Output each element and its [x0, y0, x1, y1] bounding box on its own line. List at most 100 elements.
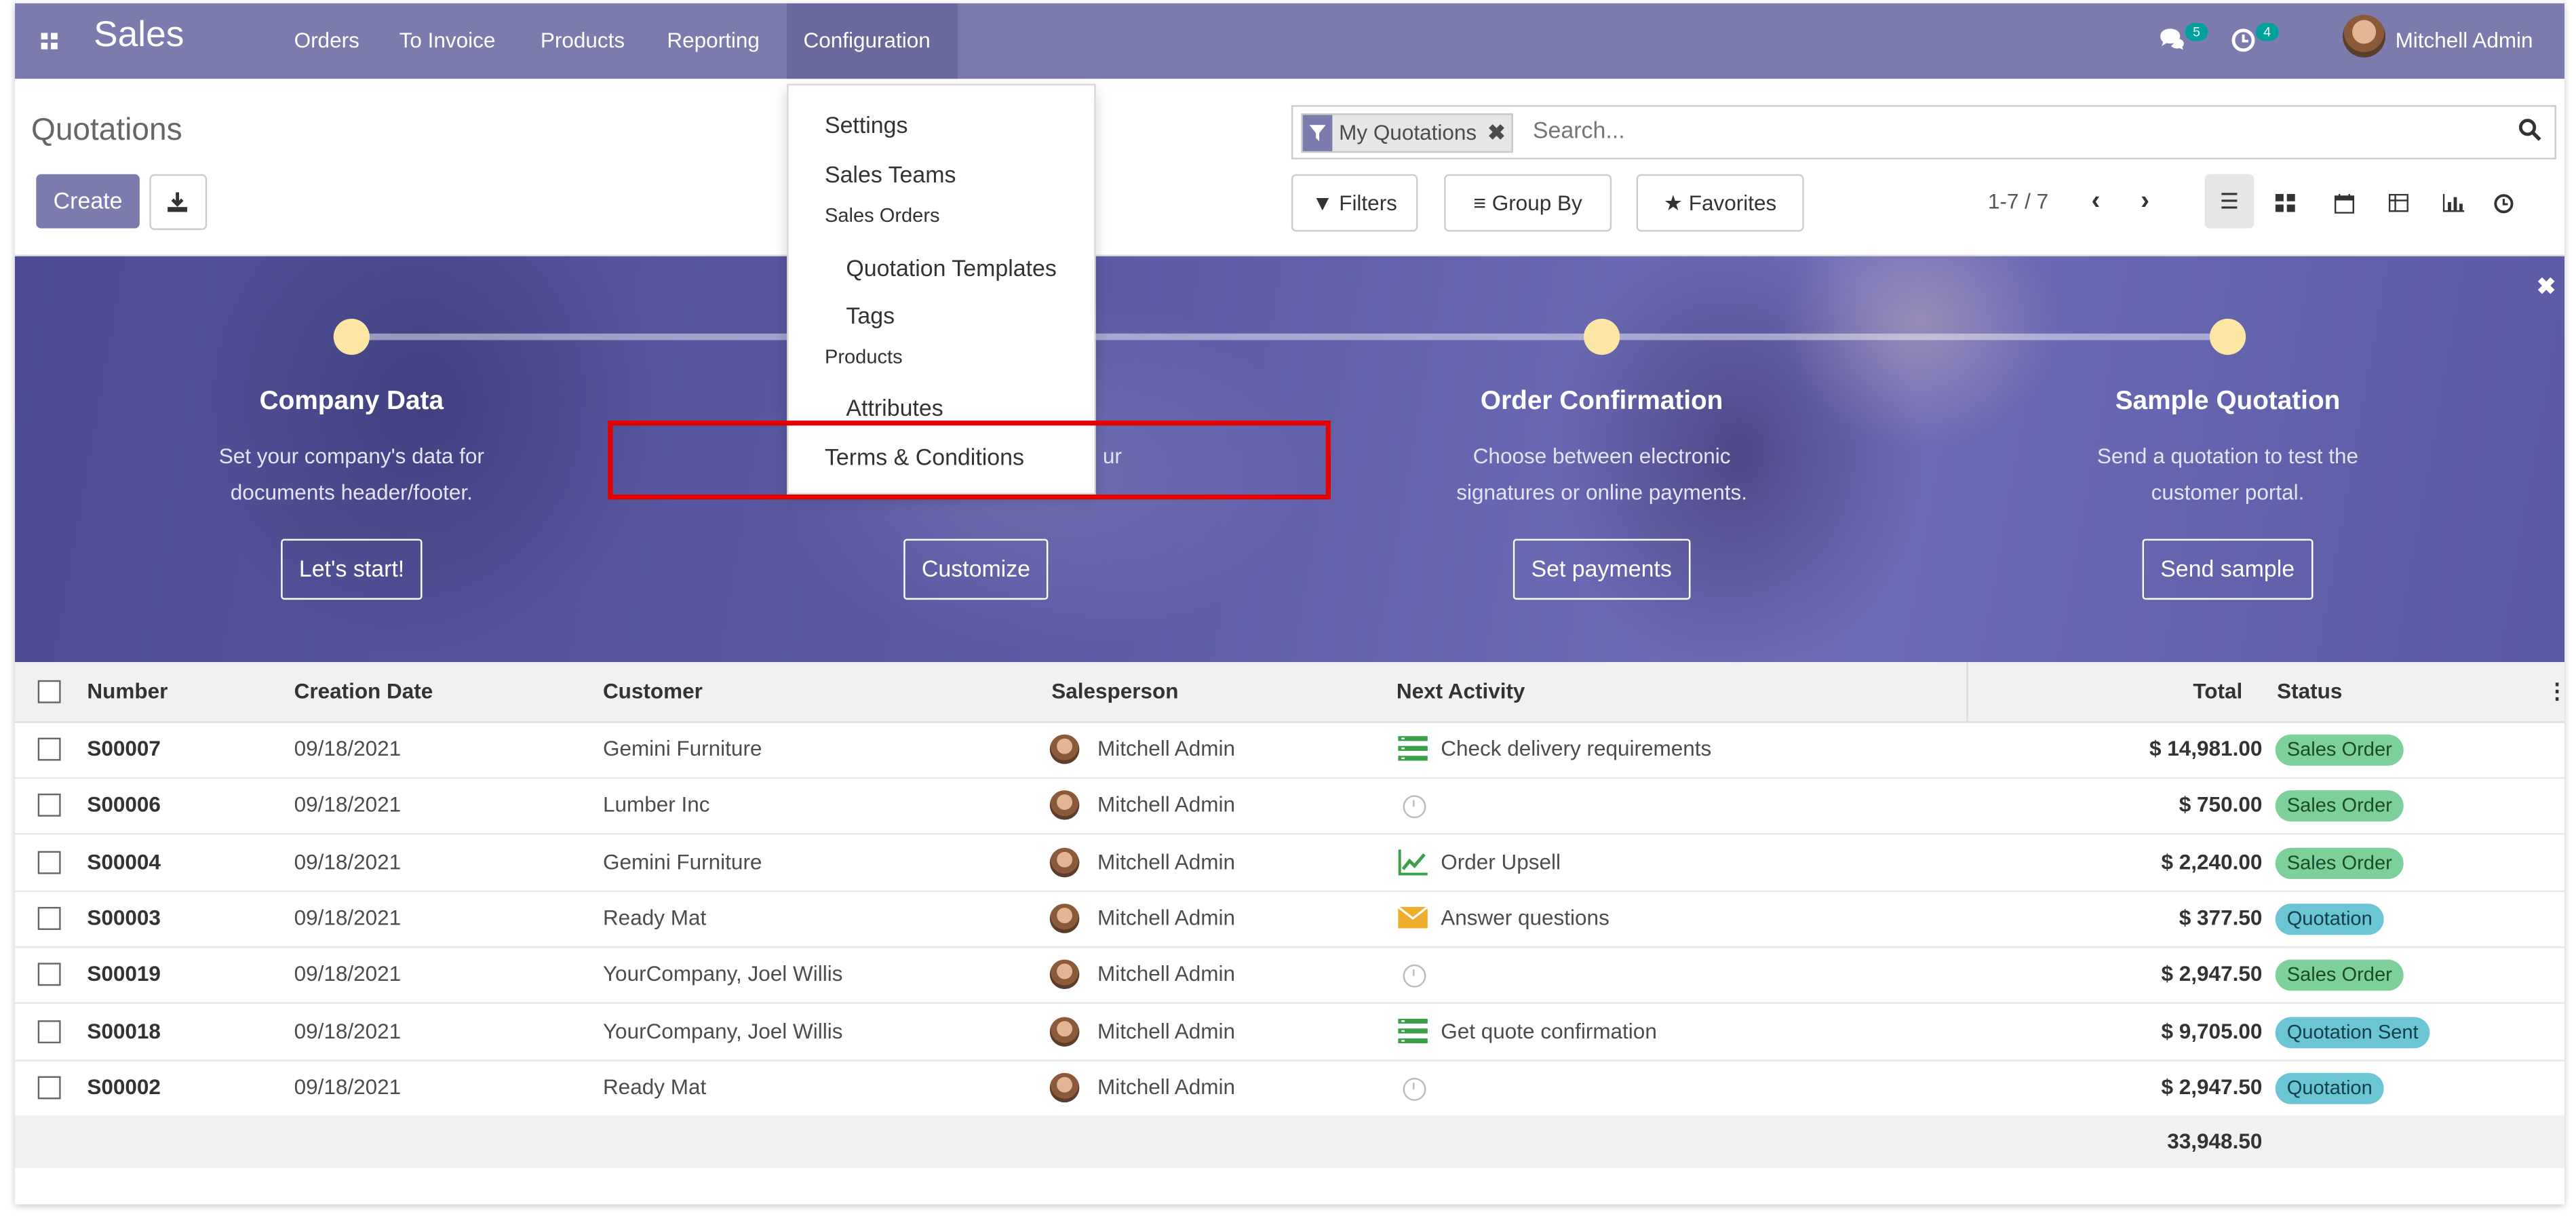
header-salesperson[interactable]: Salesperson [1051, 662, 1178, 721]
set-payments-button[interactable]: Set payments [1513, 539, 1690, 600]
row-checkbox[interactable] [37, 1019, 61, 1043]
footer-total: 33,948.50 [2167, 1129, 2263, 1154]
filters-button[interactable]: ▼ Filters [1291, 174, 1418, 232]
clock-icon[interactable] [1403, 1077, 1426, 1101]
app-window: Sales Orders To Invoice Products Reporti… [14, 3, 2565, 1205]
header-next-activity[interactable]: Next Activity [1397, 662, 1525, 721]
table-row[interactable]: S00004 09/18/2021 Gemini Furniture Mitchell… [14, 834, 2565, 892]
row-checkbox[interactable] [37, 794, 61, 817]
favorites-button[interactable]: ★ Favorites [1636, 174, 1804, 232]
row-checkbox[interactable] [37, 1076, 61, 1099]
onboarding-progress-line [351, 333, 2228, 341]
row-checkbox[interactable] [37, 906, 61, 930]
salesperson-avatar [1049, 734, 1080, 764]
table-row[interactable]: S00003 09/18/2021 Ready Mat Mitchell Admin A… [14, 891, 2565, 948]
status-badge-cell: Sales Order [2275, 777, 2404, 833]
calendar-view-icon[interactable] [2320, 174, 2369, 229]
app-brand[interactable]: Sales [94, 3, 184, 73]
row-checkbox[interactable] [37, 737, 61, 761]
row-checkbox[interactable] [37, 850, 61, 874]
search-bar[interactable]: My Quotations ✖ [1291, 105, 2556, 159]
messages-count-badge: 5 [2185, 22, 2208, 41]
menu-orders[interactable]: Orders [294, 3, 359, 79]
envelope-icon[interactable] [1397, 905, 1428, 931]
search-facet[interactable]: My Quotations ✖ [1301, 113, 1514, 153]
dropdown-header-products: Products [824, 345, 903, 368]
pager-previous-icon[interactable]: ‹ [2091, 174, 2100, 229]
create-button[interactable]: Create [36, 174, 140, 229]
creation-date: 09/18/2021 [294, 961, 402, 986]
dropdown-item-quotation-templates[interactable]: Quotation Templates [846, 254, 1056, 281]
table-row[interactable]: S00002 09/18/2021 Ready Mat Mitchell Admin $… [14, 1060, 2565, 1117]
row-checkbox[interactable] [37, 963, 61, 986]
step-order-confirmation-title: Order Confirmation [1480, 387, 1723, 416]
order-total: $ 2,240.00 [2161, 849, 2263, 874]
search-input[interactable] [1529, 115, 2457, 145]
group-by-button[interactable]: ≡ Group By [1444, 174, 1612, 232]
list-icon[interactable] [1398, 1017, 1428, 1045]
dropdown-item-settings[interactable]: Settings [825, 112, 908, 138]
lets-start-button[interactable]: Let's start! [281, 539, 423, 600]
table-footer-row: 33,948.50 [14, 1115, 2565, 1169]
clock-icon[interactable] [1403, 796, 1426, 819]
next-activity[interactable]: Get quote confirmation [1441, 1003, 1657, 1059]
status-badge: Sales Order [2275, 734, 2404, 766]
status-badge: Sales Order [2275, 847, 2404, 878]
header-customer[interactable]: Customer [603, 662, 703, 721]
clock-icon[interactable] [1403, 965, 1426, 988]
dropdown-item-sales-teams[interactable]: Sales Teams [825, 161, 956, 187]
menu-configuration[interactable]: Configuration [803, 3, 930, 79]
select-all-checkbox[interactable] [37, 680, 61, 703]
apps-menu-icon[interactable] [41, 3, 60, 79]
activity-view-icon[interactable] [2479, 174, 2529, 229]
pivot-view-icon[interactable] [2374, 174, 2423, 229]
list-icon[interactable] [1398, 736, 1428, 762]
user-name[interactable]: Mitchell Admin [2396, 3, 2533, 79]
close-banner-icon[interactable]: ✖ [2537, 273, 2556, 300]
download-button[interactable] [149, 174, 208, 231]
salesperson-name: Mitchell Admin [1097, 736, 1236, 761]
creation-date: 09/18/2021 [294, 905, 402, 930]
facet-label: My Quotations [1339, 119, 1477, 145]
header-creation-date[interactable]: Creation Date [294, 662, 433, 721]
menu-products[interactable]: Products [541, 3, 625, 79]
table-row[interactable]: S00007 09/18/2021 Gemini Furniture Mitchell… [14, 721, 2565, 779]
user-avatar[interactable] [2343, 14, 2386, 58]
graph-view-icon[interactable] [2428, 174, 2478, 229]
header-number[interactable]: Number [87, 662, 168, 721]
activities-clock-icon[interactable] [2231, 28, 2255, 60]
facet-remove-icon[interactable]: ✖ [1487, 120, 1505, 144]
table-row[interactable]: S00006 09/18/2021 Lumber Inc Mitchell Admin… [14, 777, 2565, 836]
chart-icon[interactable] [1398, 849, 1428, 875]
filters-label: Filters [1339, 190, 1397, 216]
step-sample-quotation-dot [2209, 318, 2246, 355]
step-company-data-desc: Set your company's data for documents hea… [218, 443, 484, 505]
status-badge-cell: Sales Order [2275, 947, 2404, 1003]
next-activity[interactable]: Check delivery requirements [1441, 721, 1711, 777]
send-sample-button[interactable]: Send sample [2142, 539, 2313, 600]
next-activity[interactable]: Answer questions [1441, 891, 1609, 946]
status-badge-cell: Quotation [2275, 891, 2384, 946]
header-total[interactable]: Total [1986, 662, 2242, 721]
creation-date: 09/18/2021 [294, 1074, 402, 1099]
dropdown-item-attributes[interactable]: Attributes [846, 394, 943, 421]
salesperson-avatar [1049, 1016, 1080, 1046]
pager-next-icon[interactable]: › [2141, 174, 2149, 229]
next-activity[interactable]: Order Upsell [1441, 834, 1561, 889]
dropdown-item-tags[interactable]: Tags [846, 303, 895, 329]
list-view-icon[interactable]: ☰ [2204, 174, 2255, 229]
status-badge: Quotation [2275, 903, 2384, 935]
messages-icon[interactable] [2159, 28, 2185, 59]
menu-to-invoice[interactable]: To Invoice [399, 3, 496, 79]
optional-columns-icon[interactable]: ⋮ [2546, 662, 2564, 721]
customize-button[interactable]: Customize [903, 539, 1049, 600]
header-status[interactable]: Status [2277, 662, 2342, 721]
search-icon[interactable] [2518, 118, 2541, 149]
order-number: S00006 [87, 792, 161, 817]
table-row[interactable]: S00019 09/18/2021 YourCompany, Joel Willis… [14, 947, 2565, 1005]
pager-value[interactable]: 1-7 / 7 [1988, 174, 2048, 229]
salesperson-name: Mitchell Admin [1097, 905, 1236, 930]
menu-reporting[interactable]: Reporting [667, 3, 760, 79]
table-row[interactable]: S00018 09/18/2021 YourCompany, Joel Willis… [14, 1003, 2565, 1061]
kanban-view-icon[interactable] [2261, 174, 2310, 229]
